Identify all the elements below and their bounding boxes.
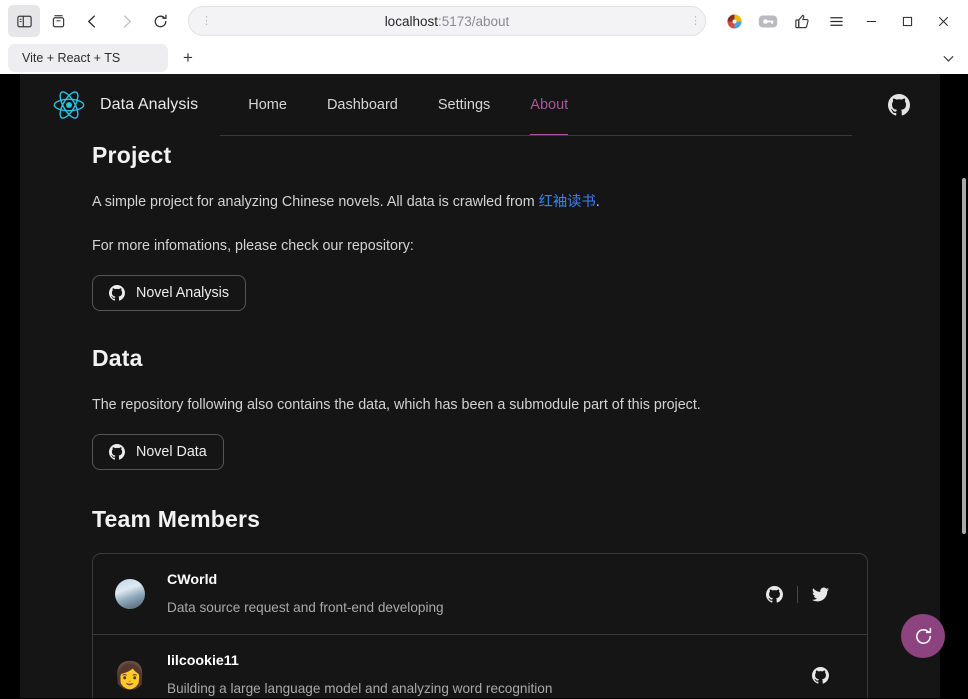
novel-analysis-label: Novel Analysis xyxy=(136,285,229,302)
browser-toolbar: ⋮ localhost:5173/about ⋮ xyxy=(0,0,968,42)
browser-extension-icon[interactable] xyxy=(718,5,750,37)
tab-title: Vite + React + TS xyxy=(22,51,121,65)
member-info: CWorld Data source request and front-end… xyxy=(167,571,766,617)
urlbar-right-dots: ⋮ xyxy=(690,14,701,27)
urlbar-left-dots: ⋮ xyxy=(201,14,212,27)
new-tab-button[interactable]: + xyxy=(174,44,202,72)
team-title: Team Members xyxy=(92,506,261,533)
member-socials xyxy=(766,585,845,603)
social-divider xyxy=(797,585,798,603)
site-navbar: Data Analysis Home Dashboard Settings Ab… xyxy=(20,74,940,136)
tab-strip: Vite + React + TS + xyxy=(0,42,968,74)
project-description: A simple project for analyzing Chinese n… xyxy=(92,191,868,213)
github-icon[interactable] xyxy=(812,666,829,684)
browser-tab[interactable]: Vite + React + TS xyxy=(8,44,168,72)
scrollbar-thumb[interactable] xyxy=(962,178,966,534)
avatar xyxy=(115,579,145,610)
content-column: Data Analysis Home Dashboard Settings Ab… xyxy=(20,74,940,698)
table-row[interactable]: CWorld Data source request and front-end… xyxy=(93,554,867,636)
nav-link-home[interactable]: Home xyxy=(228,74,307,136)
member-role: Building a large language model and anal… xyxy=(167,681,553,697)
refresh-fab-button[interactable] xyxy=(901,614,945,658)
reload-icon[interactable] xyxy=(144,5,176,37)
novel-data-label: Novel Data xyxy=(136,444,207,461)
nav-link-about[interactable]: About xyxy=(510,74,588,136)
data-title: Data xyxy=(92,345,143,372)
table-row[interactable]: 👩 lilcookie11 Building a large language … xyxy=(93,635,867,698)
nav-right xyxy=(888,94,924,116)
chevron-down-icon[interactable] xyxy=(941,51,956,66)
avatar: 👩 xyxy=(115,660,145,691)
member-socials xyxy=(812,666,845,684)
project-title: Project xyxy=(92,142,172,168)
github-icon[interactable] xyxy=(888,94,910,116)
novel-analysis-button[interactable]: Novel Analysis xyxy=(92,275,246,312)
page-root: Data Analysis Home Dashboard Settings Ab… xyxy=(20,74,948,698)
key-icon[interactable] xyxy=(752,5,784,37)
github-icon xyxy=(109,285,125,301)
back-arrow-icon[interactable] xyxy=(76,5,108,37)
url-path: :5173/about xyxy=(437,13,510,29)
page-viewport: Data Analysis Home Dashboard Settings Ab… xyxy=(0,74,968,698)
hamburger-menu-icon[interactable] xyxy=(820,5,852,37)
url-bar[interactable]: ⋮ localhost:5173/about ⋮ xyxy=(188,6,706,36)
nav-link-settings[interactable]: Settings xyxy=(418,74,510,136)
project-desc-before: A simple project for analyzing Chinese n… xyxy=(92,194,539,210)
sidebar-toggle-icon[interactable] xyxy=(8,5,40,37)
member-role: Data source request and front-end develo… xyxy=(167,600,444,616)
collections-icon[interactable] xyxy=(786,5,818,37)
react-logo-icon xyxy=(53,91,85,119)
nav-link-dashboard[interactable]: Dashboard xyxy=(307,74,418,136)
team-members-card: CWorld Data source request and front-end… xyxy=(92,553,868,698)
minimize-icon[interactable] xyxy=(854,5,888,37)
forward-arrow-icon xyxy=(110,5,142,37)
url-text: localhost:5173/about xyxy=(385,14,510,29)
browser-chrome: ⋮ localhost:5173/about ⋮ Vite + React + … xyxy=(0,0,968,75)
member-info: lilcookie11 Building a large language mo… xyxy=(167,652,812,698)
nav-links: Home Dashboard Settings About xyxy=(228,74,588,136)
vertical-tabs-icon[interactable] xyxy=(42,5,74,37)
hongxiu-link[interactable]: 红袖读书 xyxy=(539,194,596,210)
github-icon[interactable] xyxy=(766,585,783,603)
github-icon xyxy=(109,444,125,461)
main-content: Project A simple project for analyzing C… xyxy=(20,142,940,698)
nav-underline xyxy=(220,135,852,136)
member-name: lilcookie11 xyxy=(167,653,239,670)
member-name: CWorld xyxy=(167,572,218,589)
twitter-icon[interactable] xyxy=(812,586,829,603)
brand-title: Data Analysis xyxy=(100,96,199,113)
maximize-icon[interactable] xyxy=(890,5,924,37)
data-description: The repository following also contains t… xyxy=(92,397,701,414)
refresh-icon xyxy=(915,627,931,644)
close-icon[interactable] xyxy=(926,5,960,37)
page-scrollbar[interactable] xyxy=(960,74,968,698)
brand[interactable]: Data Analysis xyxy=(34,86,198,124)
project-repo-note: For more infomations, please check our r… xyxy=(92,238,414,255)
url-host: localhost xyxy=(384,13,438,29)
novel-data-button[interactable]: Novel Data xyxy=(92,434,224,471)
data-section: Data The repository following also conta… xyxy=(92,345,868,471)
team-section: Team Members CWorld Data source request … xyxy=(92,506,868,698)
project-desc-after: . xyxy=(595,194,600,210)
